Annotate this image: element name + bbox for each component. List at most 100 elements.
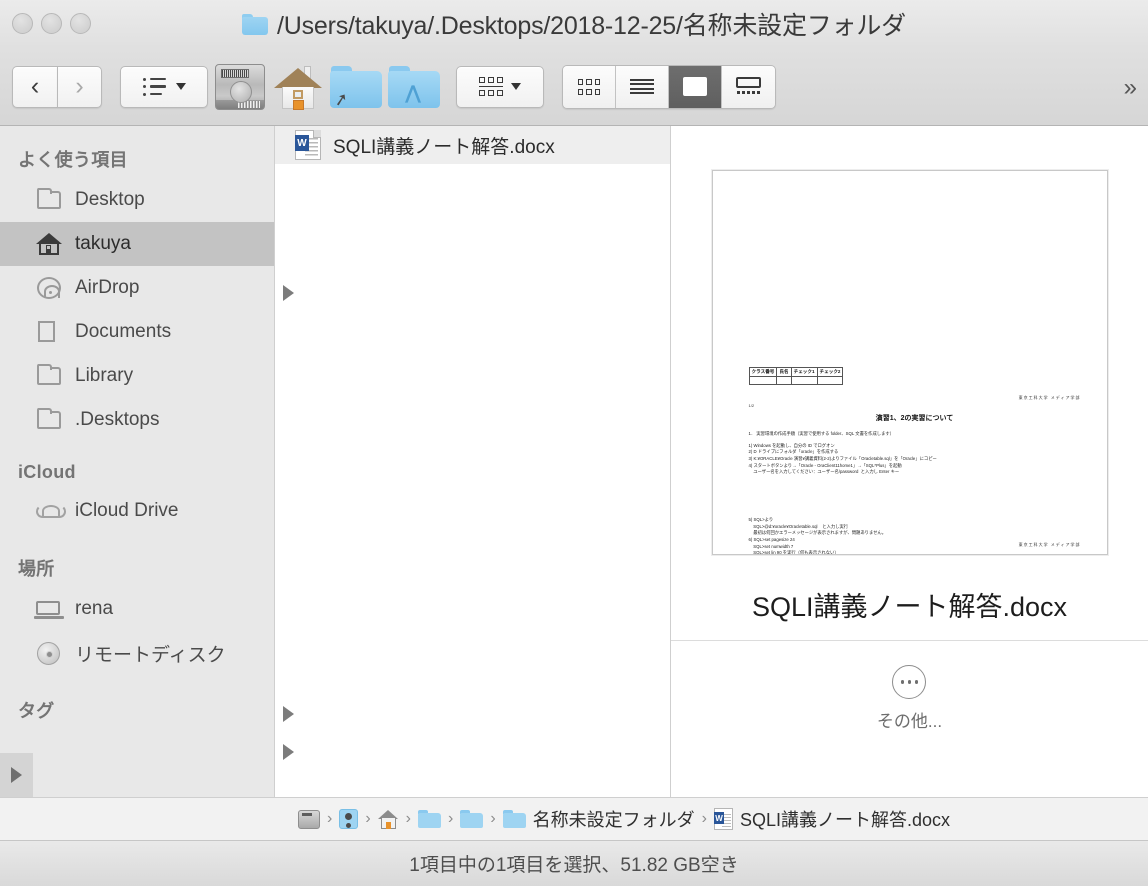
divider	[671, 640, 1148, 641]
folder-icon	[242, 13, 269, 35]
disclosure-triangle-icon[interactable]	[283, 744, 294, 760]
file-list-column: W SQLI講義ノート解答.docx	[275, 126, 671, 797]
folder-icon	[36, 408, 62, 432]
table-cell	[790, 376, 818, 385]
preview-doc-paragraph: 5) SQL>より SQL>@d:¥oracle¥Oracletable.sql…	[748, 516, 887, 555]
cover-flow-icon	[736, 77, 761, 96]
table-header-cell: チェック2	[816, 367, 844, 377]
sidebar-item-rena[interactable]: rena	[0, 587, 294, 722]
breadcrumb-item-desktops[interactable]	[417, 810, 441, 828]
sidebar-item-label: takuya	[75, 233, 131, 254]
breadcrumb-separator: ›	[447, 810, 454, 827]
breadcrumb-item-home[interactable]	[377, 809, 399, 829]
folder-alias-icon[interactable]: ➚	[330, 58, 382, 116]
sidebar-item-desktops[interactable]: .Desktops	[0, 398, 274, 442]
file-name-label: SQLI講義ノート解答.docx	[333, 136, 555, 158]
chevron-down-icon	[511, 83, 521, 90]
more-info-label: その他...	[876, 712, 943, 731]
cover-flow-view-button[interactable]	[722, 65, 775, 108]
icon-view-button[interactable]	[563, 65, 616, 108]
document-preview-thumbnail: クラス番号 氏名 チェック1 チェック2 東京工科大学 メディア学部 1/2 演…	[711, 170, 1108, 555]
list-bullets-icon	[142, 77, 167, 96]
cloud-icon	[36, 499, 66, 523]
preview-doc-paragraph: 1． 実習環境の作成手順（実習で使用する folder、SQL 文書を作成します…	[748, 431, 894, 436]
sidebar-item-label: rena	[75, 598, 114, 619]
breadcrumb-item-users[interactable]	[339, 809, 359, 829]
sidebar-item-desktop[interactable]: Desktop	[0, 178, 274, 222]
close-button[interactable]	[12, 13, 33, 34]
column-view-button[interactable]	[669, 65, 722, 108]
sidebar-item-documents[interactable]: Documents	[0, 310, 274, 354]
table-cell	[748, 376, 778, 385]
sidebar-item-label: AirDrop	[75, 277, 140, 298]
sidebar-item-library[interactable]: Library	[0, 354, 274, 398]
list-icon	[630, 78, 654, 95]
hard-disk-icon[interactable]	[214, 58, 266, 116]
documents-icon	[36, 320, 65, 345]
disclosure-triangle-icon[interactable]	[283, 706, 294, 722]
breadcrumb-item-folder[interactable]: 名称未設定フォルダ	[502, 806, 695, 832]
navigation-buttons: ‹ ›	[12, 65, 102, 108]
forward-button[interactable]: ›	[57, 65, 102, 108]
ellipsis-circle-icon	[892, 665, 927, 699]
table-header-cell: チェック1	[790, 367, 818, 377]
breadcrumb-item-date[interactable]	[460, 810, 484, 828]
page-title: /Users/takuya/.Desktops/2018-12-25/名称未設定…	[277, 12, 906, 40]
folder-icon	[460, 810, 484, 828]
preview-file-name: SQLI講義ノート解答.docx	[751, 592, 1068, 622]
action-menu-button[interactable]	[120, 65, 208, 108]
sidebar-section-header-locations: 場所	[18, 559, 55, 579]
disclosure-triangle-icon	[11, 767, 22, 783]
home-icon	[377, 809, 399, 829]
minimize-button[interactable]	[41, 13, 62, 34]
table-header-cell: クラス番号	[748, 367, 778, 377]
status-bar: 1項目中の1項目を選択、51.82 GB空き	[0, 840, 1148, 886]
zoom-button[interactable]	[70, 13, 91, 34]
folder-icon	[36, 188, 62, 212]
grid-dots-icon	[479, 77, 503, 96]
home-icon	[36, 232, 62, 256]
window-title-group: /Users/takuya/.Desktops/2018-12-25/名称未設定…	[242, 6, 906, 42]
content-area: よく使う項目 Desktop takuya AirDrop Documents	[0, 126, 1148, 797]
status-text: 1項目中の1項目を選択、51.82 GB空き	[409, 855, 739, 876]
preview-doc-page-number: 1/2	[748, 403, 755, 408]
sidebar-item-takuya[interactable]: takuya	[0, 222, 274, 266]
chevron-right-icon: ›	[75, 72, 84, 100]
breadcrumb-item-file[interactable]: W SQLI講義ノート解答.docx	[713, 806, 951, 832]
word-document-icon: W	[713, 808, 733, 830]
breadcrumb-item-disk[interactable]	[298, 809, 320, 829]
more-info-button[interactable]: その他...	[877, 665, 942, 732]
sidebar: よく使う項目 Desktop takuya AirDrop Documents	[0, 126, 294, 797]
sidebar-item-label: Documents	[75, 321, 172, 342]
title-bar: /Users/takuya/.Desktops/2018-12-25/名称未設定…	[0, 0, 1148, 48]
sidebar-item-remote-disc[interactable]: リモートディスク	[0, 631, 294, 760]
sidebar-item-label: リモートディスク	[75, 644, 226, 666]
sidebar-item-icloud-drive[interactable]: iCloud Drive	[0, 489, 274, 533]
column-browser: W SQLI講義ノート解答.docx クラス番号 氏名 チェック1 チェック2	[275, 126, 1148, 797]
list-item[interactable]: W SQLI講義ノート解答.docx	[275, 126, 670, 164]
breadcrumb-label: SQLI講義ノート解答.docx	[739, 810, 951, 830]
view-mode-segmented-control	[562, 64, 776, 109]
applications-folder-icon[interactable]: ⋀	[388, 58, 440, 116]
home-folder-icon[interactable]	[272, 58, 324, 116]
table-cell	[816, 376, 844, 385]
toolbar-overflow-button[interactable]: »	[1124, 74, 1137, 102]
back-button[interactable]: ‹	[12, 65, 57, 108]
finder-window: /Users/takuya/.Desktops/2018-12-25/名称未設定…	[0, 0, 1148, 886]
arrange-menu-button[interactable]	[456, 65, 544, 108]
airdrop-icon	[36, 276, 62, 300]
breadcrumb-separator: ›	[405, 810, 411, 827]
breadcrumb-label: 名称未設定フォルダ	[532, 810, 695, 830]
sidebar-item-airdrop[interactable]: AirDrop	[0, 266, 294, 310]
disclosure-triangle-icon[interactable]	[283, 285, 294, 301]
window-controls	[12, 13, 91, 34]
sidebar-item-label: .Desktops	[75, 409, 160, 430]
table-header-cell: 氏名	[776, 367, 792, 377]
users-icon	[339, 809, 359, 829]
sidebar-resize-handle[interactable]	[0, 753, 33, 797]
table-cell	[776, 376, 792, 385]
breadcrumb-separator: ›	[365, 810, 371, 827]
list-view-button[interactable]	[616, 65, 669, 108]
folder-icon	[417, 810, 441, 828]
sidebar-section-header-icloud: iCloud	[18, 462, 76, 482]
